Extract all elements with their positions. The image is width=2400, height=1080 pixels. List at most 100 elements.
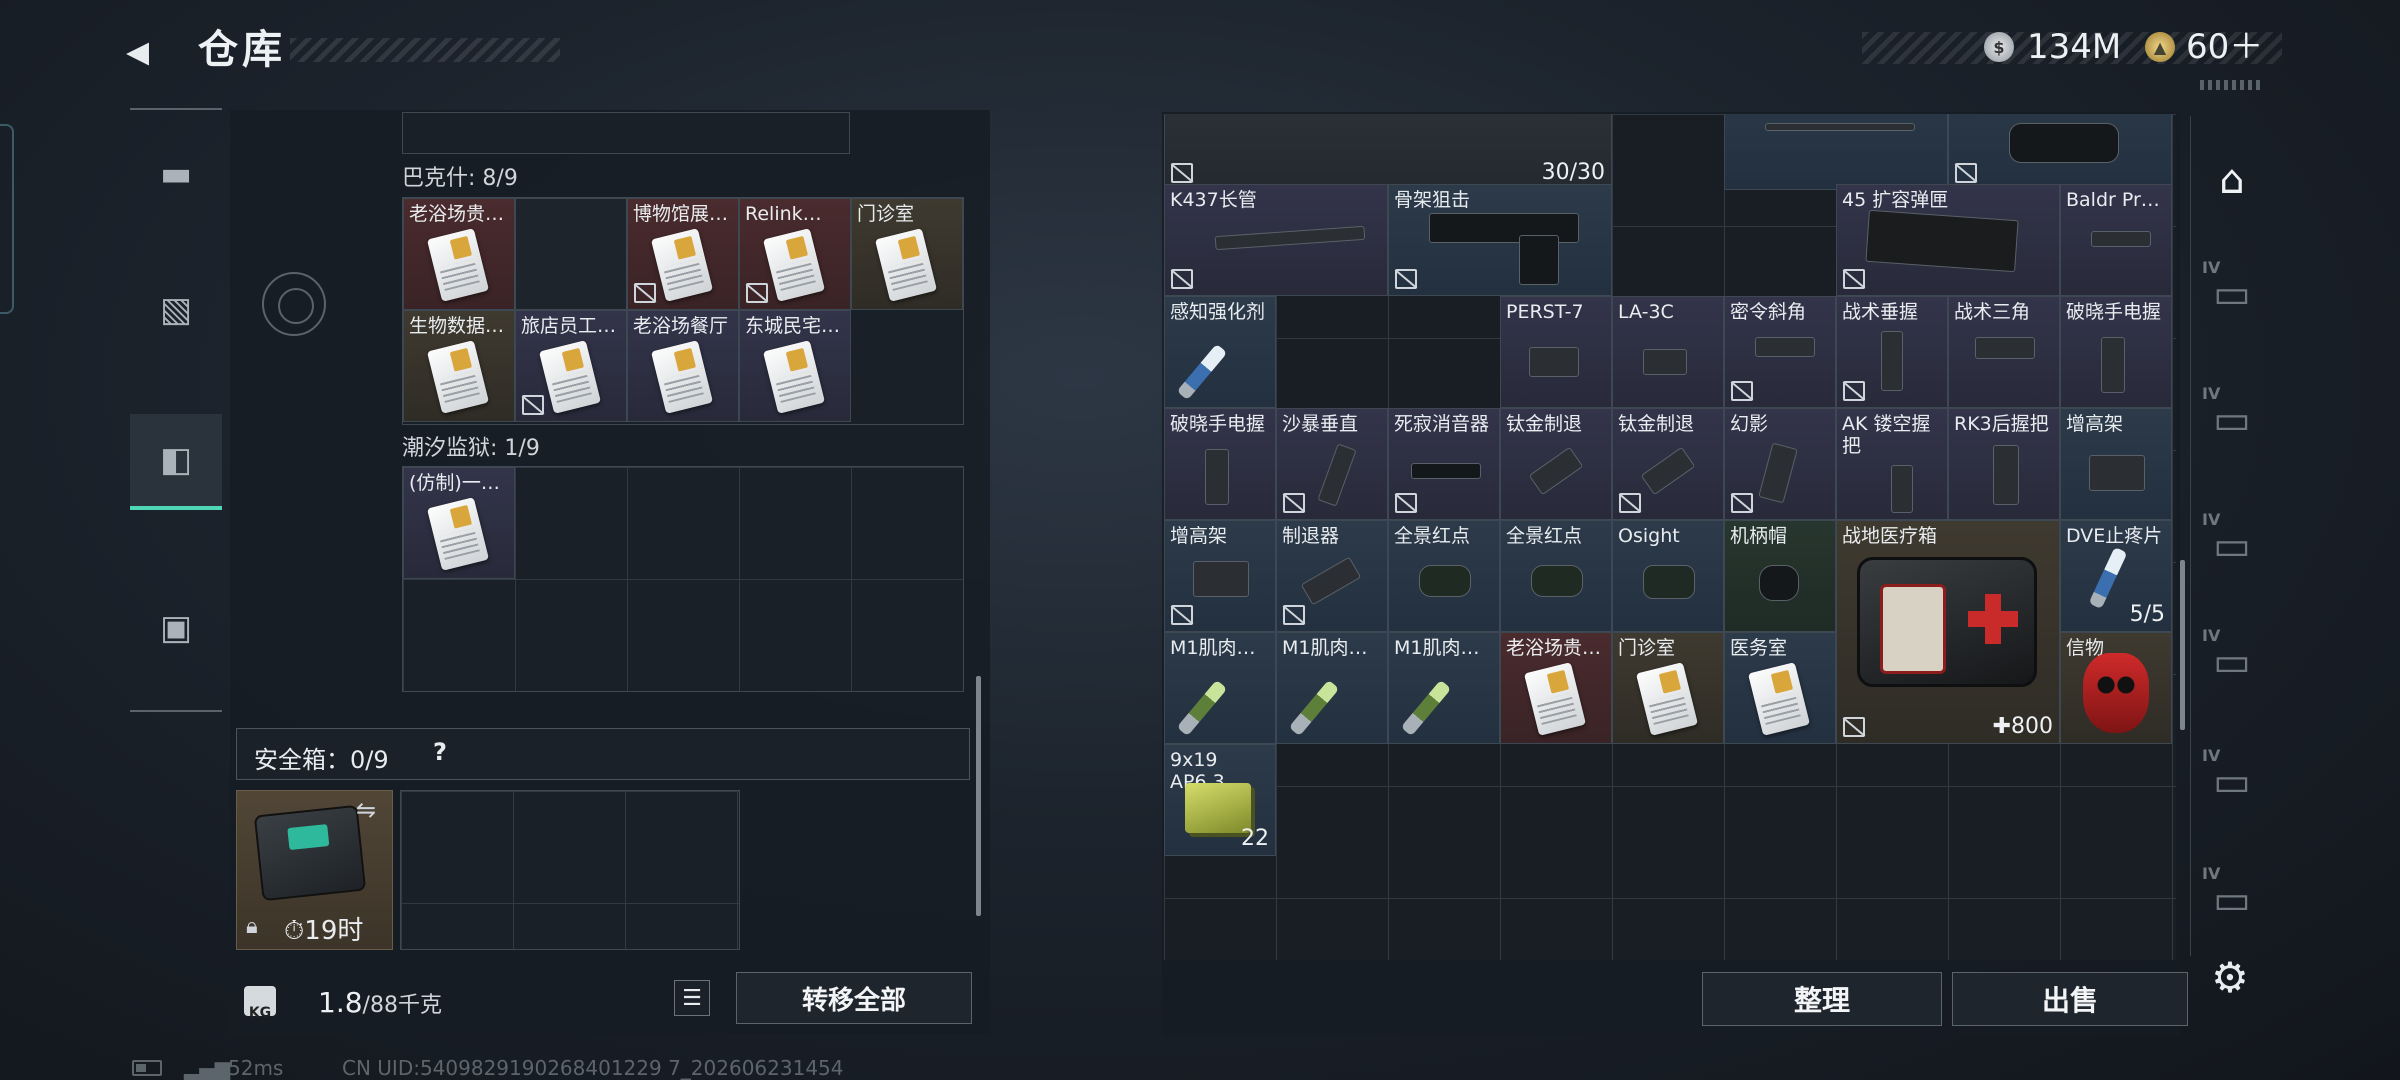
attachment-item[interactable]: AK 镂空握把 [1836,408,1948,520]
all-items-icon[interactable]: ⌂ [2196,130,2268,230]
safe-box-time: 19时 [304,916,364,946]
rail-icon [1765,123,1915,131]
signal-icon: ▂▄▆ [184,1056,231,1080]
no-sell-icon [1283,493,1305,513]
gear-icon[interactable]: ⚙ [2208,956,2252,1000]
pill-bottle-icon [2088,546,2128,610]
keycard-item[interactable]: Relink… [739,198,851,310]
stash-grid: 30/30 K437长管 骨架狙击 45 扩容弹匣 Baldr Pr… 感知强化… [1164,114,2176,960]
attachment-item[interactable]: LA-3C [1612,296,1724,408]
barrel-item[interactable]: K437长管 [1164,184,1388,296]
keycard-item[interactable]: 旅店员工… [515,310,627,422]
laser-icon [1643,349,1687,375]
stim-item[interactable]: M1肌肉… [1276,632,1388,744]
grip-icon [1317,443,1357,507]
keycard-item[interactable]: 老浴场贵… [403,198,515,310]
keycard-item[interactable]: 老浴场餐厅 [627,310,739,422]
suppressor-icon [1411,463,1481,479]
sight-icon [1419,565,1471,597]
right-scrollbar[interactable] [2180,560,2185,730]
stim-item[interactable]: M1肌肉… [1388,632,1500,744]
no-sell-icon [1619,493,1641,513]
grip-icon [1975,337,2035,359]
weapon-shelf-icon[interactable]: IV ▭ [2196,244,2268,344]
pistol-icon[interactable]: ▬ [130,126,222,222]
safe-box-timer: ⏱︎19时 [284,916,364,946]
muzzle-brake-icon [1640,446,1696,496]
keycard-icon [650,228,714,302]
case-icon[interactable]: ▣ [130,580,222,676]
keycard-item[interactable]: 门诊室 [851,198,963,310]
add-shelf-icon[interactable]: IV ▭ [2196,732,2268,832]
keycard-icon [1635,662,1699,736]
keycard-item[interactable]: 医务室 [1724,632,1836,744]
stim-item[interactable]: M1肌肉… [1164,632,1276,744]
attachment-item[interactable]: 增高架 [1164,520,1276,632]
attachment-item[interactable]: 钛金制退 [1500,408,1612,520]
attachment-item[interactable]: 制退器 [1276,520,1388,632]
muzzle-brake-icon [1300,556,1362,606]
safe-box-grid [400,790,740,950]
stim-item[interactable]: 感知强化剂 [1164,296,1276,408]
sell-button[interactable]: 出售 [1952,972,2188,1026]
attachment-shelf-icon[interactable]: IV ▭ [2196,370,2268,470]
keycard-icon [1747,662,1811,736]
back-icon[interactable]: ◂ [126,22,176,78]
folder-shelf-icon[interactable]: IV ▭ [2196,850,2268,950]
ammo-shelf-icon[interactable]: IV ▭ [2196,612,2268,712]
no-sell-icon [522,395,544,415]
keycard-item[interactable]: (仿制)一… [403,467,515,579]
medkit-item[interactable]: 战地医疗箱 ✚800 [1836,520,2060,744]
vest-icon[interactable]: ◧ [130,414,222,510]
attachment-item[interactable]: 幻影 [1724,408,1836,520]
thermal-scope-item[interactable] [1948,114,2172,190]
keycard-icon [426,497,490,571]
shelf-level: IV [2202,626,2221,645]
attachment-item[interactable]: 战术垂握 [1836,296,1948,408]
gold-currency-value[interactable]: 60＋ [2186,30,2263,64]
attachment-item[interactable]: 钛金制退 [1612,408,1724,520]
attachment-item[interactable]: 全景红点 [1500,520,1612,632]
attachment-item[interactable]: Baldr Pr… [2060,184,2172,296]
ammo-item[interactable]: 9x19 AP6.3 22 [1164,744,1276,856]
attachment-item[interactable]: 破晓手电握 [1164,408,1276,520]
sort-button[interactable]: 整理 [1702,972,1942,1026]
user-uid: CN UID:5409829190268401229 7_20260623145… [342,1056,844,1080]
keycard-icon [762,228,826,302]
keycard-item[interactable]: 老浴场贵… [1500,632,1612,744]
attachment-item[interactable]: 密令斜角 [1724,296,1836,408]
attachment-item[interactable]: 战术三角 [1948,296,2060,408]
shelf-level: IV [2202,384,2221,403]
attachment-item[interactable]: Osight [1612,520,1724,632]
keycard-item[interactable]: 东城民宅… [739,310,851,422]
attachment-item[interactable]: 沙暴垂直 [1276,408,1388,520]
section-label-bakesh: 巴克什: 8/9 [402,166,518,191]
weapon-item[interactable]: 30/30 [1164,114,1612,190]
list-view-button[interactable]: ☰ [674,980,710,1016]
backpack-icon[interactable]: ▧ [130,262,222,358]
swap-icon[interactable]: ⇋ [356,796,376,824]
medical-shelf-icon[interactable]: IV ▭ [2196,496,2268,596]
token-item[interactable]: 信物 [2060,632,2172,744]
stock-item[interactable]: 骨架狙击 [1388,184,1612,296]
attachment-item[interactable]: 死寂消音器 [1388,408,1500,520]
scope-item[interactable] [1724,114,1948,190]
magazine-item[interactable]: 45 扩容弹匣 [1836,184,2060,296]
attachment-item[interactable]: 增高架 [2060,408,2172,520]
no-sell-icon [746,283,768,303]
left-scrollbar[interactable] [976,676,981,916]
side-drawer-handle[interactable] [0,124,14,314]
attachment-item[interactable]: 破晓手电握 [2060,296,2172,408]
keycard-item[interactable]: 博物馆展… [627,198,739,310]
empty-slot[interactable] [515,198,627,310]
safe-box-help-button[interactable]: ? [433,738,447,766]
attachment-item[interactable]: 全景红点 [1388,520,1500,632]
attachment-item[interactable]: RK3后握把 [1948,408,2060,520]
transfer-all-button[interactable]: 转移全部 [736,972,972,1024]
attachment-item[interactable]: PERST-7 [1500,296,1612,408]
attachment-item[interactable]: 机柄帽 [1724,520,1836,632]
painkiller-item[interactable]: DVE止疼片 5/5 [2060,520,2172,632]
no-sell-icon [1395,269,1417,289]
keycard-item[interactable]: 门诊室 [1612,632,1724,744]
keycard-item[interactable]: 生物数据… [403,310,515,422]
